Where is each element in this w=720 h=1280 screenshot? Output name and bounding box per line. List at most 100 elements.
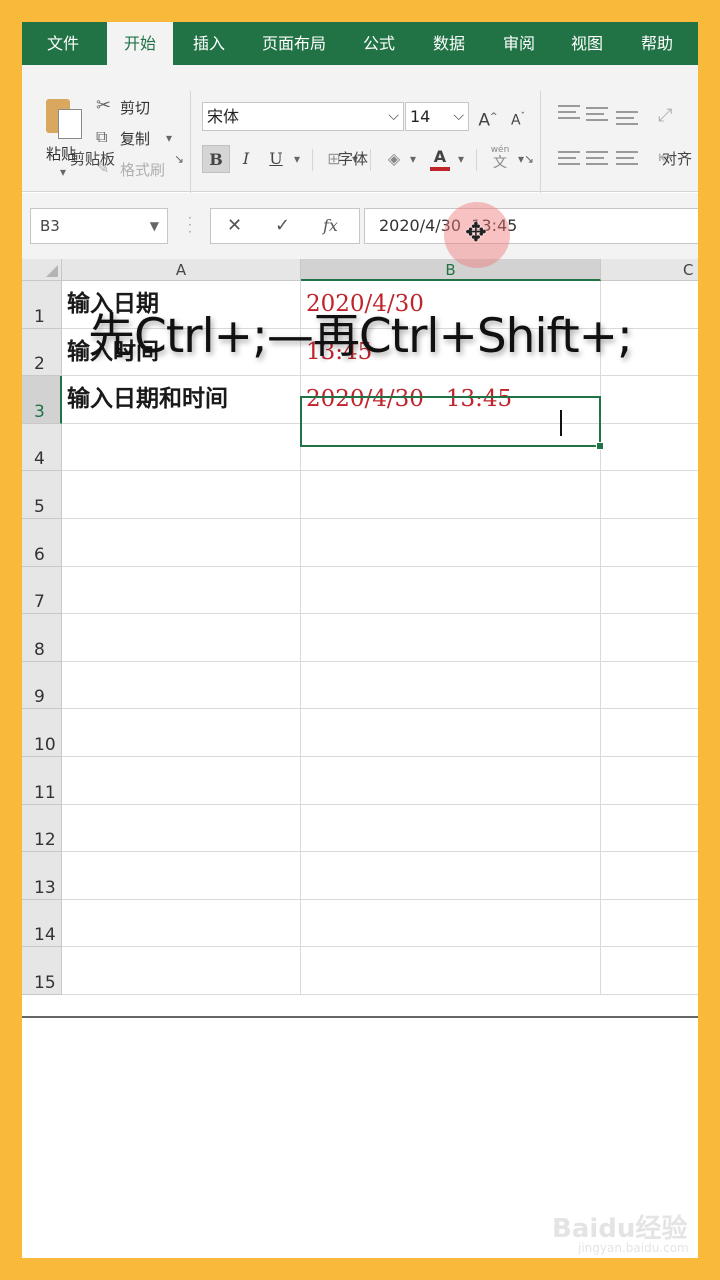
formula-input[interactable]: 2020/4/30 13:45 <box>364 208 698 244</box>
cell-b7[interactable] <box>301 566 601 615</box>
row-header-7[interactable]: 7 <box>22 566 62 615</box>
cell-c8[interactable] <box>601 614 698 662</box>
cell-b10[interactable] <box>301 709 601 757</box>
cell-b12[interactable] <box>301 804 601 853</box>
cell-c13[interactable] <box>601 852 698 900</box>
cell-c11[interactable] <box>601 757 698 805</box>
align-center-icon[interactable] <box>586 151 608 165</box>
font-color-swatch <box>430 167 450 171</box>
tab-insert[interactable]: 插入 <box>178 22 240 65</box>
cell-a11[interactable] <box>62 757 301 805</box>
align-left-icon[interactable] <box>558 151 580 165</box>
row-header-2[interactable]: 2 <box>22 328 62 377</box>
row-header-5[interactable]: 5 <box>22 471 62 519</box>
column-header-b[interactable]: B <box>301 259 601 281</box>
name-box[interactable]: B3 ▼ <box>30 208 168 244</box>
shortcut-caption: 先Ctrl+;—再Ctrl+Shift+; <box>88 309 633 364</box>
enter-check-icon[interactable]: ✓ <box>275 209 290 243</box>
cell-a3[interactable]: 输入日期和时间 <box>62 376 301 424</box>
dialog-launcher-icon[interactable]: ↘ <box>524 152 534 166</box>
cell-b13[interactable] <box>301 852 601 900</box>
cell-b5[interactable] <box>301 471 601 519</box>
cell-c7[interactable] <box>601 567 698 615</box>
font-name-select[interactable]: 宋体 ⌵ <box>202 102 404 131</box>
cell-b8[interactable] <box>301 614 601 662</box>
decrease-font-icon[interactable]: Aˇ <box>504 103 532 131</box>
row-number: 6 <box>34 544 45 565</box>
orientation-icon[interactable]: ⤢ <box>658 105 672 126</box>
cell-c12[interactable] <box>601 805 698 853</box>
row-header-10[interactable]: 10 <box>22 709 62 757</box>
row-header-13[interactable]: 13 <box>22 852 62 900</box>
tab-file[interactable]: 文件 <box>26 22 100 65</box>
row-header-3[interactable]: 3 <box>22 376 62 424</box>
copy-button[interactable]: 复制 <box>120 128 150 149</box>
tab-help[interactable]: 帮助 <box>626 22 688 65</box>
row-header-15[interactable]: 15 <box>22 947 62 995</box>
cell-b11[interactable] <box>301 757 601 805</box>
dialog-launcher-icon[interactable]: ↘ <box>174 152 184 166</box>
cell-a14[interactable] <box>62 899 301 948</box>
italic-button[interactable]: I <box>232 145 260 173</box>
excel-window: 文件 开始 插入 页面布局 公式 数据 审阅 视图 帮助 粘贴 ▾ ✂ 剪切 ⧉… <box>22 22 698 1258</box>
ribbon-tab-bar: 文件 开始 插入 页面布局 公式 数据 审阅 视图 帮助 <box>22 22 698 65</box>
cell-a7[interactable] <box>62 566 301 615</box>
row-header-11[interactable]: 11 <box>22 757 62 805</box>
cell-c5[interactable] <box>601 471 698 519</box>
cancel-icon[interactable]: ✕ <box>227 209 242 243</box>
cell-b9[interactable] <box>301 661 601 710</box>
cell-a8[interactable] <box>62 614 301 662</box>
cell-a12[interactable] <box>62 804 301 853</box>
cell-a9[interactable] <box>62 661 301 710</box>
cell-c3[interactable] <box>601 376 698 424</box>
align-right-icon[interactable] <box>616 151 638 165</box>
row-header-14[interactable]: 14 <box>22 899 62 948</box>
baidu-watermark: Baidu经验 <box>552 1214 688 1244</box>
cell-a5[interactable] <box>62 471 301 519</box>
cell-a10[interactable] <box>62 709 301 757</box>
row-header-6[interactable]: 6 <box>22 519 62 567</box>
tab-home[interactable]: 开始 <box>107 22 173 65</box>
cell-c10[interactable] <box>601 709 698 757</box>
cell-c4[interactable] <box>601 424 698 472</box>
format-painter-button[interactable]: 格式刷 <box>120 159 165 180</box>
row-header-12[interactable]: 12 <box>22 804 62 853</box>
cell-a6[interactable] <box>62 519 301 567</box>
font-color-button[interactable]: A <box>426 143 454 171</box>
row-header-4[interactable]: 4 <box>22 423 62 472</box>
phonetic-guide-button[interactable]: wén 文 <box>488 145 512 171</box>
bold-button[interactable]: B <box>202 145 230 173</box>
increase-font-icon[interactable]: A^ <box>474 103 502 131</box>
cut-button[interactable]: 剪切 <box>120 97 150 118</box>
cell-c15[interactable] <box>601 947 698 995</box>
tab-view[interactable]: 视图 <box>556 22 618 65</box>
tab-page-layout[interactable]: 页面布局 <box>248 22 340 65</box>
phonetic-char: 文 <box>493 155 507 171</box>
cell-b6[interactable] <box>301 519 601 567</box>
align-bottom-icon[interactable] <box>616 111 638 125</box>
cell-a4[interactable] <box>62 423 301 472</box>
align-top-icon[interactable] <box>558 105 580 119</box>
cell-b14[interactable] <box>301 899 601 948</box>
underline-button[interactable]: U <box>262 145 290 173</box>
column-header-a[interactable]: A <box>62 259 301 281</box>
tab-review[interactable]: 审阅 <box>488 22 550 65</box>
column-header-c[interactable]: C <box>601 259 698 281</box>
cell-a13[interactable] <box>62 852 301 900</box>
font-size-select[interactable]: 14 ⌵ <box>405 102 469 131</box>
align-middle-icon[interactable] <box>586 107 608 121</box>
cell-c9[interactable] <box>601 662 698 710</box>
row-header-8[interactable]: 8 <box>22 614 62 662</box>
row-header-9[interactable]: 9 <box>22 661 62 710</box>
cell-b15[interactable] <box>301 947 601 995</box>
insert-function-icon[interactable]: fx <box>323 209 338 243</box>
drag-handle-icon[interactable]: · · · <box>188 212 192 238</box>
cell-a15[interactable] <box>62 947 301 995</box>
cell-c6[interactable] <box>601 519 698 567</box>
select-all-button[interactable] <box>22 259 62 281</box>
tab-data[interactable]: 数据 <box>418 22 480 65</box>
row-header-1[interactable]: 1 <box>22 281 62 329</box>
cell-c14[interactable] <box>601 900 698 948</box>
tab-formulas[interactable]: 公式 <box>348 22 410 65</box>
fill-color-icon[interactable]: ◈ <box>380 145 408 173</box>
